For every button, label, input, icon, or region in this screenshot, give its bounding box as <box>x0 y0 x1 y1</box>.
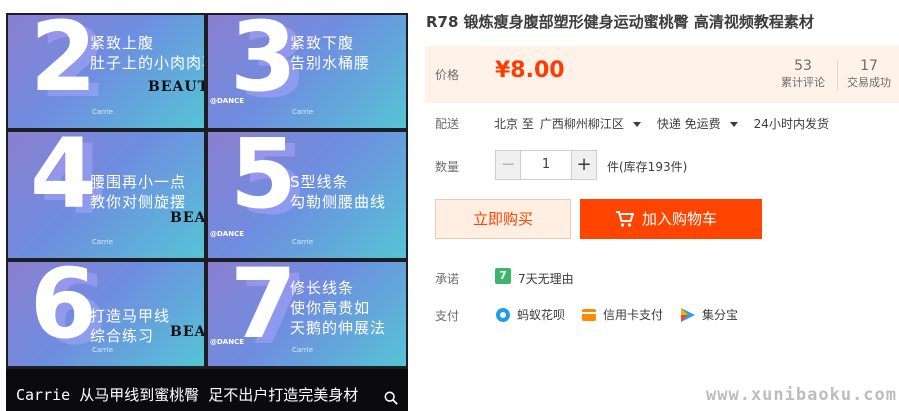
tile-number: 6 <box>30 262 97 360</box>
tile-caption: 紧致下腹 告别水桶腰 <box>290 34 371 72</box>
payment-method-label: 蚂蚁花呗 <box>517 308 566 322</box>
product-main-image[interactable]: 2 紧致上腹 肚子上的小肉肉再见 Carrie BEAUTY 3 紧致下腹 告别… <box>6 13 408 411</box>
quantity-decrease-button[interactable]: − <box>495 150 521 180</box>
buy-now-button[interactable]: 立即购买 <box>435 199 571 239</box>
dispatch-time: 24小时内发货 <box>753 117 829 131</box>
tile-caption: S型线条 勾勒侧腰曲线 <box>290 173 387 211</box>
delivery-method-select[interactable]: 快递 免运费 <box>657 117 748 131</box>
tile-signature: Carrie <box>92 238 114 246</box>
shipping-label: 配送 <box>435 117 460 131</box>
price-value: ¥8.00 <box>495 58 565 83</box>
stock-info: 件(库存193件) <box>607 160 688 174</box>
jifenbao-icon <box>681 307 695 322</box>
tile-caption: 腰围再小一点 教你对侧旋摆 <box>90 173 187 211</box>
product-title: R78 锻炼瘦身腹部塑形健身运动蜜桃臀 高清视频教程素材 <box>426 13 814 31</box>
chevron-down-icon <box>729 122 738 127</box>
image-tile: 6 打造马甲线 综合练习 Carrie BEAUTY <box>8 262 204 366</box>
payment-method-label: 信用卡支付 <box>603 308 664 322</box>
promise-text[interactable]: 7天无理由 <box>518 270 574 287</box>
tile-signature: Carrie <box>292 346 314 354</box>
zoom-icon[interactable] <box>384 391 398 405</box>
image-tile: 7 修长线条 使你高贵如 天鹅的伸展法 Carrie @DANCE <box>208 262 406 366</box>
tile-number: 4 <box>30 132 97 230</box>
dance-logo-text: @DANCE <box>210 230 245 238</box>
huabei-icon <box>496 307 510 322</box>
payment-method-jifenbao[interactable]: 集分宝 <box>680 306 738 323</box>
sales-stat: 17 交易成功 <box>839 57 899 91</box>
credit-card-icon <box>582 308 596 321</box>
add-to-cart-label: 加入购物车 <box>642 210 718 228</box>
reviews-stat[interactable]: 53 累计评论 <box>773 57 833 91</box>
payment-method-credit-card[interactable]: 信用卡支付 <box>581 306 663 323</box>
tile-number: 5 <box>230 132 297 230</box>
image-banner-text: Carrie 从马甲线到蜜桃臀 足不出户打造完美身材 <box>6 369 408 411</box>
payment-method-label: 集分宝 <box>702 308 739 322</box>
reviews-count: 53 <box>794 58 812 74</box>
image-tile: 4 腰围再小一点 教你对侧旋摆 Carrie BEAUTY <box>8 132 204 258</box>
shipping-origin: 北京 至 <box>494 117 534 131</box>
tile-caption: 紧致上腹 肚子上的小肉肉再见 <box>90 34 204 72</box>
quantity-input[interactable]: 1 <box>521 150 571 180</box>
tile-signature: Carrie <box>92 346 114 354</box>
beauty-logo-text: BEAUTY <box>170 324 204 340</box>
payment-method-huabei[interactable]: 蚂蚁花呗 <box>495 306 565 323</box>
seven-day-return-icon: 7 <box>495 268 511 284</box>
tile-signature: Carrie <box>292 238 314 246</box>
delivery-method-value: 快递 免运费 <box>656 117 721 131</box>
tile-caption: 修长线条 使你高贵如 天鹅的伸展法 <box>290 279 387 337</box>
cart-icon <box>616 211 634 227</box>
tile-caption: 打造马甲线 综合练习 <box>90 307 171 345</box>
dance-logo-text: @DANCE <box>210 97 245 105</box>
quantity-stepper: − 1 + <box>495 150 597 180</box>
quantity-label: 数量 <box>435 160 460 174</box>
image-tile: 3 紧致下腹 告别水桶腰 Carrie @DANCE <box>208 15 406 128</box>
price-panel: 价格 ¥8.00 53 累计评论 17 交易成功 <box>425 46 899 103</box>
quantity-increase-button[interactable]: + <box>571 150 597 180</box>
chevron-down-icon <box>632 122 641 127</box>
price-label: 价格 <box>435 68 460 82</box>
site-watermark: www.xunibaoku.com <box>706 385 897 405</box>
beauty-logo-text: BEAUTY <box>148 79 204 95</box>
sales-label: 交易成功 <box>847 76 891 89</box>
tile-signature: Carrie <box>292 108 314 116</box>
reviews-label: 累计评论 <box>781 76 825 89</box>
image-tile: 5 S型线条 勾勒侧腰曲线 Carrie @DANCE <box>208 132 406 258</box>
destination-value: 广西柳州柳江区 <box>539 117 624 131</box>
add-to-cart-button[interactable]: 加入购物车 <box>580 199 762 239</box>
payment-label: 支付 <box>435 309 460 323</box>
beauty-logo-text: BEAUTY <box>170 210 204 226</box>
stat-divider <box>837 60 838 90</box>
image-tile: 2 紧致上腹 肚子上的小肉肉再见 Carrie BEAUTY <box>8 15 204 128</box>
destination-select[interactable]: 广西柳州柳江区 <box>540 117 651 131</box>
tile-signature: Carrie <box>92 108 114 116</box>
promise-label: 承诺 <box>435 272 460 286</box>
tile-number: 2 <box>30 15 97 113</box>
tile-number: 3 <box>230 15 297 113</box>
sales-count: 17 <box>860 58 878 74</box>
dance-logo-text: @DANCE <box>210 338 245 346</box>
shipping-row: 北京 至广西柳州柳江区 快递 免运费 24小时内发货 <box>494 115 835 132</box>
